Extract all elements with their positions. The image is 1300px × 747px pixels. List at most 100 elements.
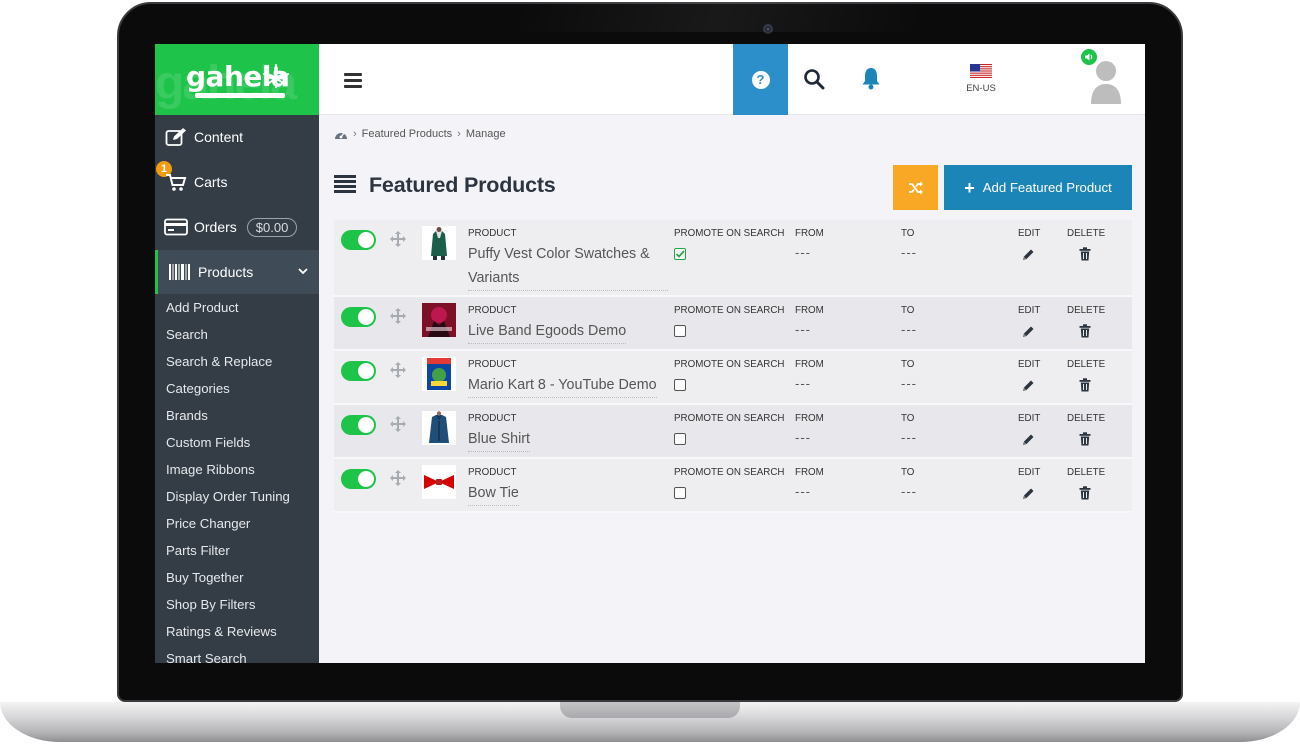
sidebar-subitem[interactable]: Add Product bbox=[155, 294, 319, 321]
sidebar-subitem[interactable]: Search bbox=[155, 321, 319, 348]
enabled-toggle[interactable] bbox=[341, 230, 376, 250]
column-label-promote: PROMOTE ON SEARCH bbox=[674, 228, 785, 239]
product-name-link[interactable]: Puffy Vest Color Swatches & Variants bbox=[468, 242, 668, 291]
enabled-toggle[interactable] bbox=[341, 307, 376, 327]
language-label: EN-US bbox=[966, 83, 996, 94]
drag-handle-icon[interactable] bbox=[390, 416, 406, 432]
logo[interactable]: gahela gahela bbox=[155, 44, 319, 115]
column-label-to: TO bbox=[901, 467, 915, 478]
column-label-edit: EDIT bbox=[1018, 467, 1041, 478]
enabled-toggle[interactable] bbox=[341, 469, 376, 489]
column-label-edit: EDIT bbox=[1018, 413, 1041, 424]
sidebar-item-products[interactable]: Products bbox=[155, 250, 319, 294]
product-thumbnail bbox=[422, 465, 456, 499]
sidebar-subitem[interactable]: Image Ribbons bbox=[155, 456, 319, 483]
trash-icon[interactable] bbox=[1079, 378, 1091, 392]
breadcrumb-separator: › bbox=[457, 128, 461, 140]
product-name-link[interactable]: Bow Tie bbox=[468, 481, 519, 506]
search-icon[interactable] bbox=[803, 68, 825, 90]
table-row: PRODUCT Puffy Vest Color Swatches & Vari… bbox=[334, 220, 1132, 297]
shuffle-button[interactable] bbox=[893, 165, 938, 210]
trash-icon[interactable] bbox=[1079, 247, 1091, 261]
trash-icon[interactable] bbox=[1079, 324, 1091, 338]
breadcrumb-current: Manage bbox=[465, 128, 506, 140]
sidebar-subitem[interactable]: Parts Filter bbox=[155, 537, 319, 564]
product-name-link[interactable]: Blue Shirt bbox=[468, 427, 530, 452]
dashboard-icon[interactable] bbox=[334, 129, 348, 140]
breadcrumb-link[interactable]: Featured Products bbox=[362, 128, 453, 140]
column-label-to: TO bbox=[901, 359, 915, 370]
column-label-to: TO bbox=[901, 305, 915, 316]
table-row: PRODUCT Live Band Egoods Demo PROMOTE ON… bbox=[334, 297, 1132, 351]
enabled-toggle[interactable] bbox=[341, 361, 376, 381]
from-date-value: --- bbox=[795, 430, 811, 445]
trash-icon[interactable] bbox=[1079, 486, 1091, 500]
column-label-from: FROM bbox=[795, 228, 824, 239]
sidebar-subitem[interactable]: Shop By Filters bbox=[155, 591, 319, 618]
product-name-link[interactable]: Mario Kart 8 - YouTube Demo bbox=[468, 373, 657, 398]
edit-square-icon bbox=[164, 126, 188, 148]
product-thumbnail bbox=[422, 303, 456, 337]
product-name-link[interactable]: Live Band Egoods Demo bbox=[468, 319, 627, 344]
from-date-value: --- bbox=[795, 322, 811, 337]
chevron-down-icon[interactable] bbox=[298, 266, 308, 276]
page-title: Featured Products bbox=[369, 173, 556, 197]
column-label-delete: DELETE bbox=[1067, 359, 1106, 370]
sidebar-subitem[interactable]: Categories bbox=[155, 375, 319, 402]
bell-icon[interactable] bbox=[860, 66, 882, 90]
promote-on-search-checkbox[interactable] bbox=[674, 379, 686, 391]
sidebar-subitem[interactable]: Custom Fields bbox=[155, 429, 319, 456]
sidebar-subitem[interactable]: Ratings & Reviews bbox=[155, 618, 319, 645]
to-date-value: --- bbox=[901, 322, 917, 337]
sidebar-subitem[interactable]: Smart Search bbox=[155, 645, 319, 663]
column-label-delete: DELETE bbox=[1067, 305, 1106, 316]
pencil-icon[interactable] bbox=[1022, 325, 1035, 338]
sidebar-item-label: Products bbox=[198, 264, 254, 280]
sidebar-item-carts[interactable]: Carts bbox=[155, 160, 319, 204]
column-label-from: FROM bbox=[795, 467, 824, 478]
drag-handle-icon[interactable] bbox=[390, 308, 406, 324]
language-selector[interactable]: EN-US bbox=[959, 64, 1003, 94]
promote-on-search-checkbox[interactable] bbox=[674, 248, 686, 260]
column-label-edit: EDIT bbox=[1018, 359, 1041, 370]
topbar: ? EN-US bbox=[319, 44, 1145, 115]
pencil-icon[interactable] bbox=[1022, 433, 1035, 446]
add-button-label: Add Featured Product bbox=[982, 180, 1112, 195]
sidebar-subitem[interactable]: Brands bbox=[155, 402, 319, 429]
column-label-edit: EDIT bbox=[1018, 305, 1041, 316]
drag-handle-icon[interactable] bbox=[390, 470, 406, 486]
promote-on-search-checkbox[interactable] bbox=[674, 325, 686, 337]
pencil-icon[interactable] bbox=[1022, 487, 1035, 500]
column-label-product: PRODUCT bbox=[468, 228, 517, 239]
promote-on-search-checkbox[interactable] bbox=[674, 487, 686, 499]
sidebar-subitem[interactable]: Search & Replace bbox=[155, 348, 319, 375]
sidebar-item-label: Content bbox=[194, 129, 244, 145]
app-screen: gahela gahela Content 1 Carts Orders $0.… bbox=[155, 44, 1145, 663]
enabled-toggle[interactable] bbox=[341, 415, 376, 435]
sidebar-item-orders[interactable]: Orders $0.00 bbox=[155, 205, 319, 249]
to-date-value: --- bbox=[901, 376, 917, 391]
add-featured-product-button[interactable]: + Add Featured Product bbox=[944, 165, 1132, 210]
sidebar-subitem[interactable]: Price Changer bbox=[155, 510, 319, 537]
menu-toggle-icon[interactable] bbox=[344, 73, 362, 88]
help-button[interactable]: ? bbox=[733, 44, 788, 115]
pencil-icon[interactable] bbox=[1022, 379, 1035, 392]
pencil-icon[interactable] bbox=[1022, 248, 1035, 261]
sidebar-subitem[interactable]: Buy Together bbox=[155, 564, 319, 591]
table-row: PRODUCT Blue Shirt PROMOTE ON SEARCH FRO… bbox=[334, 405, 1132, 459]
user-avatar-icon[interactable] bbox=[1089, 58, 1123, 104]
column-label-delete: DELETE bbox=[1067, 413, 1106, 424]
column-label-from: FROM bbox=[795, 413, 824, 424]
drag-handle-icon[interactable] bbox=[390, 362, 406, 378]
sidebar-item-content[interactable]: Content bbox=[155, 115, 319, 159]
shuffle-icon bbox=[908, 181, 923, 194]
trash-icon[interactable] bbox=[1079, 432, 1091, 446]
plus-icon: + bbox=[964, 177, 975, 198]
column-label-to: TO bbox=[901, 413, 915, 424]
products-submenu: Add Product Search Search & Replace Categor… bbox=[155, 294, 319, 663]
promote-on-search-checkbox[interactable] bbox=[674, 433, 686, 445]
drag-handle-icon[interactable] bbox=[390, 231, 406, 247]
leaf-icon bbox=[263, 64, 289, 88]
sidebar-subitem[interactable]: Display Order Tuning bbox=[155, 483, 319, 510]
column-label-promote: PROMOTE ON SEARCH bbox=[674, 467, 785, 478]
